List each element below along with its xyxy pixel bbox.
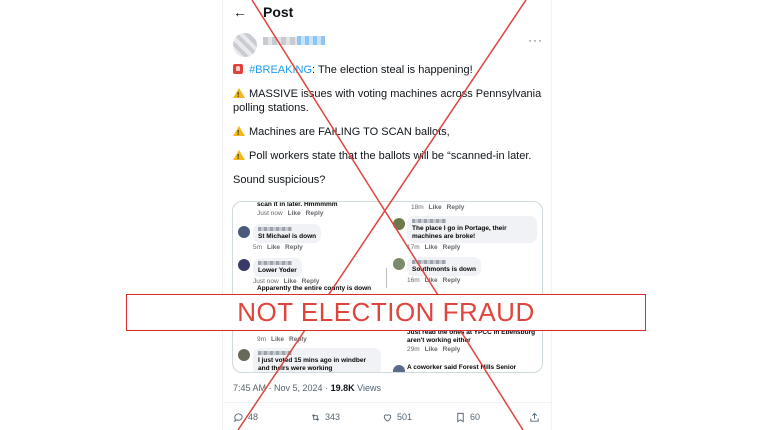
comment-text: The place I go in Portage, their machine… xyxy=(412,225,507,240)
comments-column-right: 18m Like Reply The place I go in Portage, … xyxy=(391,202,541,372)
post-date[interactable]: Nov 5, 2024 xyxy=(274,383,323,393)
comment-text: scan it in later. Hmmmmm xyxy=(257,201,338,208)
tweet-line-4: Poll workers state that the ballots will… xyxy=(233,149,545,165)
warning-icon xyxy=(233,88,245,103)
commenter-avatar xyxy=(393,258,405,270)
comment: Apparently the entire county is down xyxy=(257,285,371,293)
views-label: Views xyxy=(354,383,381,393)
comment: I just voted 15 mins ago in windber and … xyxy=(253,348,381,372)
bookmark-count: 60 xyxy=(470,412,481,422)
tweet-line-4-text: Poll workers state that the ballots will… xyxy=(249,150,532,162)
comment: Lower Yoder Just now Like Reply xyxy=(253,258,319,286)
post-column: ← Post ··· #BREAKING: The election steal… xyxy=(222,0,552,430)
comment: A coworker said Forest Hills Senior xyxy=(407,364,539,372)
comments-column-left: scan it in later. Hmmmmm Just now Like Rep… xyxy=(233,201,383,372)
post-header: ← Post xyxy=(223,0,551,26)
comment-text: Southmonts is down xyxy=(412,266,476,273)
divider xyxy=(223,402,551,403)
bookmark-button[interactable]: 60 xyxy=(455,410,480,424)
comment-text: St Michael is down xyxy=(258,233,317,240)
warning-icon xyxy=(233,150,245,165)
commenter-avatar xyxy=(393,365,405,372)
fact-check-label: NOT ELECTION FRAUD xyxy=(126,294,646,331)
divider xyxy=(386,268,387,288)
like-button[interactable]: 501 xyxy=(382,410,412,424)
hashtag-link[interactable]: #BREAKING xyxy=(249,64,312,76)
comment-text: Just read the ones at YPCC in Ebensburg … xyxy=(407,329,536,344)
siren-icon xyxy=(233,64,243,74)
comment: 18m Like Reply xyxy=(411,203,464,212)
commenter-avatar xyxy=(238,259,250,271)
share-icon xyxy=(530,412,539,422)
comment-meta: 9m Like Reply xyxy=(257,336,307,343)
comment-text: A coworker said Forest Hills Senior xyxy=(407,364,517,371)
comment-meta: 29m Like Reply xyxy=(407,346,461,353)
fact-check-text: NOT ELECTION FRAUD xyxy=(237,297,535,327)
post-time[interactable]: 7:45 AM xyxy=(233,383,266,393)
page-title: Post xyxy=(263,4,294,20)
repost-icon xyxy=(311,413,320,421)
tweet-line-5: Sound suspicious? xyxy=(233,174,326,186)
tweet-line-3: Machines are FAILING TO SCAN ballots, xyxy=(233,125,545,141)
avatar[interactable] xyxy=(233,33,257,57)
commenter-avatar xyxy=(238,226,250,238)
comment: 9m Like Reply xyxy=(257,335,307,344)
back-arrow-icon[interactable]: ← xyxy=(233,5,247,19)
like-count: 501 xyxy=(397,412,413,422)
attached-screenshot[interactable]: scan it in later. Hmmmmm Just now Like Rep… xyxy=(232,201,543,373)
comment: Southmonts is down 16m Like Reply xyxy=(407,257,481,285)
comment-meta: 16m Like Reply xyxy=(407,277,461,284)
repost-count: 343 xyxy=(325,412,341,422)
warning-icon xyxy=(233,126,245,141)
commenter-avatar xyxy=(238,349,250,361)
comment-meta: Just now Like Reply xyxy=(257,210,324,217)
action-bar: 48 343 501 60 xyxy=(223,408,551,426)
comment-text: Apparently the entire county is down xyxy=(257,285,372,292)
comment: St Michael is down 5m Like Reply xyxy=(253,224,322,252)
comment-text: Lower Yoder xyxy=(258,267,297,274)
comment-meta: 5m Like Reply xyxy=(253,244,303,251)
commenter-avatar xyxy=(393,218,405,230)
tweet-line-3-text: Machines are FAILING TO SCAN ballots, xyxy=(249,126,450,138)
author-row: ··· xyxy=(233,33,543,59)
more-options-icon[interactable]: ··· xyxy=(528,33,543,47)
comment: scan it in later. Hmmmmm Just now Like Rep… xyxy=(257,201,338,218)
comment-meta: 18m Like Reply xyxy=(411,204,465,211)
comment-meta: 17m Like Reply xyxy=(407,244,461,251)
views-count: 19.8K xyxy=(330,383,355,393)
comment-text: I just voted 15 mins ago in windber and … xyxy=(258,357,366,372)
tweet-line-1-text: : The election steal is happening! xyxy=(312,64,473,76)
tweet-line-1: #BREAKING: The election steal is happeni… xyxy=(233,63,545,77)
author-handle-blurred[interactable] xyxy=(297,36,325,45)
comment: The place I go in Portage, their machine… xyxy=(407,216,537,252)
share-button[interactable] xyxy=(529,410,544,424)
reply-icon xyxy=(234,412,243,422)
reply-button[interactable]: 48 xyxy=(233,410,258,424)
like-icon xyxy=(383,413,392,422)
reply-count: 48 xyxy=(248,412,259,422)
tweet-line-2: MASSIVE issues with voting machines acro… xyxy=(233,87,545,115)
comment: Just read the ones at YPCC in Ebensburg … xyxy=(407,329,539,354)
post-timestamp-views: 7:45 AM · Nov 5, 2024 · 19.8K Views xyxy=(233,383,381,393)
repost-button[interactable]: 343 xyxy=(310,410,340,424)
tweet-text: #BREAKING: The election steal is happeni… xyxy=(233,63,545,197)
tweet-line-2-text: MASSIVE issues with voting machines acro… xyxy=(233,88,542,114)
bookmark-icon xyxy=(457,412,464,422)
